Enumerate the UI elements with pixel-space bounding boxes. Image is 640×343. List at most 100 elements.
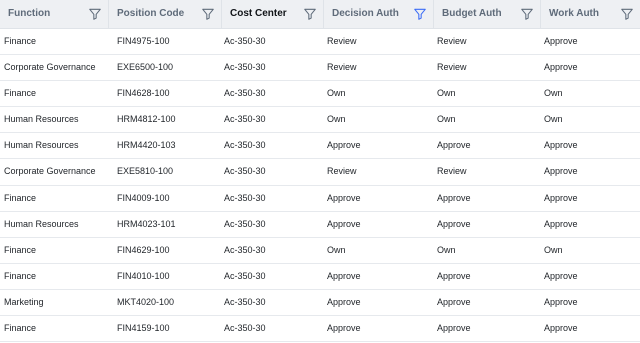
filter-icon[interactable] bbox=[201, 7, 215, 21]
cell-position-code[interactable]: FIN4975-100 bbox=[109, 29, 222, 54]
table-row[interactable]: Finance FIN4009-100 Ac-350-30 Approve Approv… bbox=[0, 186, 640, 212]
table-row[interactable]: Finance FIN4010-100 Ac-350-30 Approve Approv… bbox=[0, 264, 640, 290]
cell-budget-auth[interactable]: Approve bbox=[434, 290, 541, 315]
cell-cost-center[interactable]: Ac-350-30 bbox=[222, 107, 324, 132]
cell-decision-auth[interactable]: Approve bbox=[324, 264, 434, 289]
cell-position-code[interactable]: HRM4023-101 bbox=[109, 212, 222, 237]
cell-budget-auth[interactable]: Review bbox=[434, 55, 541, 80]
cell-position-code[interactable]: FIN4159-100 bbox=[109, 316, 222, 341]
filter-icon[interactable] bbox=[413, 7, 427, 21]
cell-work-auth[interactable]: Approve bbox=[541, 316, 640, 341]
column-header-position-code[interactable]: Position Code bbox=[109, 0, 222, 28]
cell-decision-auth[interactable]: Own bbox=[324, 107, 434, 132]
data-grid: Function Position Code Cost Center Decis… bbox=[0, 0, 640, 343]
cell-work-auth[interactable]: Approve bbox=[541, 212, 640, 237]
cell-budget-auth[interactable]: Approve bbox=[434, 186, 541, 211]
column-header-label: Position Code bbox=[117, 8, 185, 19]
column-header-budget-auth[interactable]: Budget Auth bbox=[434, 0, 541, 28]
cell-function[interactable]: Finance bbox=[0, 238, 109, 263]
column-header-function[interactable]: Function bbox=[0, 0, 109, 28]
cell-budget-auth[interactable]: Review bbox=[434, 29, 541, 54]
cell-work-auth[interactable]: Approve bbox=[541, 29, 640, 54]
cell-function[interactable]: Corporate Governance bbox=[0, 55, 109, 80]
cell-cost-center[interactable]: Ac-350-30 bbox=[222, 316, 324, 341]
cell-position-code[interactable]: MKT4020-100 bbox=[109, 290, 222, 315]
cell-work-auth[interactable]: Own bbox=[541, 238, 640, 263]
cell-budget-auth[interactable]: Approve bbox=[434, 212, 541, 237]
cell-decision-auth[interactable]: Approve bbox=[324, 212, 434, 237]
cell-work-auth[interactable]: Approve bbox=[541, 133, 640, 158]
cell-budget-auth[interactable]: Approve bbox=[434, 264, 541, 289]
table-row[interactable]: Human Resources HRM4812-100 Ac-350-30 Own Ow… bbox=[0, 107, 640, 134]
filter-icon[interactable] bbox=[88, 7, 102, 21]
cell-function[interactable]: Marketing bbox=[0, 290, 109, 315]
table-row[interactable]: Finance FIN4975-100 Ac-350-30 Review Review A… bbox=[0, 29, 640, 56]
cell-position-code[interactable]: HRM4812-100 bbox=[109, 107, 222, 132]
cell-work-auth[interactable]: Approve bbox=[541, 159, 640, 184]
cell-budget-auth[interactable]: Approve bbox=[434, 133, 541, 158]
cell-budget-auth[interactable]: Approve bbox=[434, 316, 541, 341]
cell-position-code[interactable]: FIN4009-100 bbox=[109, 186, 222, 211]
cell-position-code[interactable]: FIN4010-100 bbox=[109, 264, 222, 289]
table-row[interactable]: Finance FIN4159-100 Ac-350-30 Approve Approv… bbox=[0, 316, 640, 343]
cell-work-auth[interactable]: Approve bbox=[541, 186, 640, 211]
cell-cost-center[interactable]: Ac-350-30 bbox=[222, 55, 324, 80]
cell-decision-auth[interactable]: Approve bbox=[324, 186, 434, 211]
cell-cost-center[interactable]: Ac-350-30 bbox=[222, 186, 324, 211]
cell-budget-auth[interactable]: Own bbox=[434, 107, 541, 132]
table-row[interactable]: Human Resources HRM4420-103 Ac-350-30 Appro… bbox=[0, 133, 640, 160]
cell-cost-center[interactable]: Ac-350-30 bbox=[222, 238, 324, 263]
column-header-work-auth[interactable]: Work Auth bbox=[541, 0, 640, 28]
cell-position-code[interactable]: EXE5810-100 bbox=[109, 159, 222, 184]
cell-function[interactable]: Corporate Governance bbox=[0, 159, 109, 184]
cell-function[interactable]: Finance bbox=[0, 264, 109, 289]
cell-decision-auth[interactable]: Own bbox=[324, 238, 434, 263]
cell-function[interactable]: Human Resources bbox=[0, 133, 109, 158]
table-row[interactable]: Marketing MKT4020-100 Ac-350-30 Approve Appr… bbox=[0, 290, 640, 317]
table-row[interactable]: Corporate Governance EXE6500-100 Ac-350-30… bbox=[0, 55, 640, 82]
cell-cost-center[interactable]: Ac-350-30 bbox=[222, 159, 324, 184]
cell-cost-center[interactable]: Ac-350-30 bbox=[222, 212, 324, 237]
column-header-decision-auth[interactable]: Decision Auth bbox=[324, 0, 434, 28]
cell-cost-center[interactable]: Ac-350-30 bbox=[222, 290, 324, 315]
column-header-cost-center[interactable]: Cost Center bbox=[222, 0, 324, 28]
cell-position-code[interactable]: FIN4629-100 bbox=[109, 238, 222, 263]
cell-budget-auth[interactable]: Review bbox=[434, 159, 541, 184]
cell-work-auth[interactable]: Own bbox=[541, 107, 640, 132]
cell-cost-center[interactable]: Ac-350-30 bbox=[222, 264, 324, 289]
filter-icon[interactable] bbox=[520, 7, 534, 21]
cell-cost-center[interactable]: Ac-350-30 bbox=[222, 29, 324, 54]
cell-function[interactable]: Finance bbox=[0, 29, 109, 54]
cell-decision-auth[interactable]: Approve bbox=[324, 316, 434, 341]
cell-position-code[interactable]: EXE6500-100 bbox=[109, 55, 222, 80]
table-row[interactable]: Corporate Governance EXE5810-100 Ac-350-30… bbox=[0, 159, 640, 186]
cell-function[interactable]: Finance bbox=[0, 81, 109, 106]
cell-function[interactable]: Human Resources bbox=[0, 212, 109, 237]
cell-function[interactable]: Finance bbox=[0, 316, 109, 341]
filter-icon[interactable] bbox=[620, 7, 634, 21]
cell-position-code[interactable]: HRM4420-103 bbox=[109, 133, 222, 158]
cell-function[interactable]: Human Resources bbox=[0, 107, 109, 132]
cell-function[interactable]: Finance bbox=[0, 186, 109, 211]
cell-budget-auth[interactable]: Own bbox=[434, 238, 541, 263]
cell-position-code[interactable]: FIN4628-100 bbox=[109, 81, 222, 106]
cell-decision-auth[interactable]: Approve bbox=[324, 133, 434, 158]
cell-cost-center[interactable]: Ac-350-30 bbox=[222, 133, 324, 158]
table-row[interactable]: Finance FIN4629-100 Ac-350-30 Own Own Own bbox=[0, 238, 640, 264]
filter-icon[interactable] bbox=[303, 7, 317, 21]
cell-work-auth[interactable]: Approve bbox=[541, 55, 640, 80]
cell-decision-auth[interactable]: Approve bbox=[324, 290, 434, 315]
cell-decision-auth[interactable]: Review bbox=[324, 55, 434, 80]
cell-work-auth[interactable]: Approve bbox=[541, 290, 640, 315]
column-header-label: Decision Auth bbox=[332, 8, 399, 19]
cell-work-auth[interactable]: Own bbox=[541, 81, 640, 106]
cell-decision-auth[interactable]: Own bbox=[324, 81, 434, 106]
cell-cost-center[interactable]: Ac-350-30 bbox=[222, 81, 324, 106]
cell-decision-auth[interactable]: Review bbox=[324, 29, 434, 54]
table-row[interactable]: Human Resources HRM4023-101 Ac-350-30 Appro… bbox=[0, 212, 640, 238]
cell-budget-auth[interactable]: Own bbox=[434, 81, 541, 106]
table-row[interactable]: Finance FIN4628-100 Ac-350-30 Own Own Own bbox=[0, 81, 640, 108]
cell-work-auth[interactable]: Approve bbox=[541, 264, 640, 289]
grid-body: Finance FIN4975-100 Ac-350-30 Review Review A… bbox=[0, 29, 640, 343]
cell-decision-auth[interactable]: Review bbox=[324, 159, 434, 184]
